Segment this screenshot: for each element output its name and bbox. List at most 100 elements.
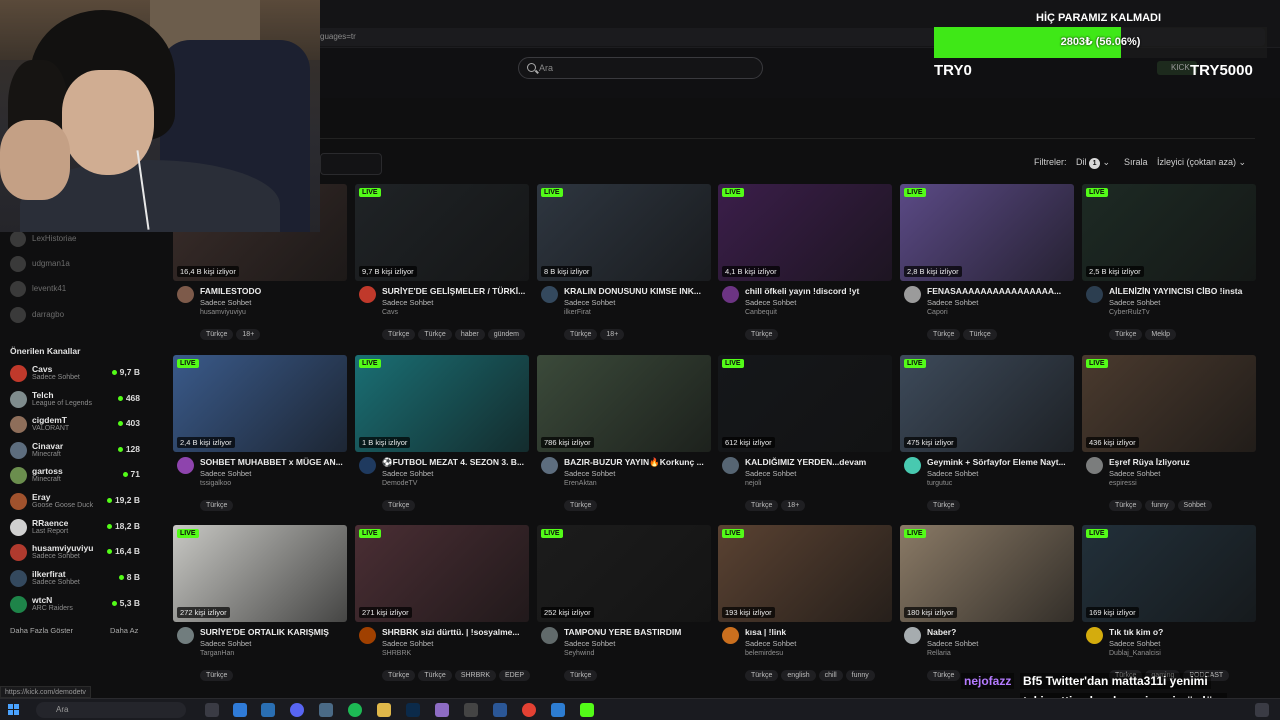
stream-title[interactable]: kısa | !link bbox=[745, 627, 891, 637]
category-selector[interactable] bbox=[320, 153, 382, 175]
stream-tag[interactable]: gündem bbox=[487, 329, 526, 340]
stream-tag[interactable]: Türkçe bbox=[745, 500, 779, 511]
stream-card[interactable]: LIVE 9,7 B kişi izliyor SURİYE'DE GELİŞMEL… bbox=[355, 184, 529, 344]
avatar[interactable] bbox=[359, 627, 376, 644]
stream-tag[interactable]: Türkçe bbox=[927, 329, 961, 340]
show-less-link[interactable]: Daha Az bbox=[110, 626, 138, 635]
avatar[interactable] bbox=[541, 286, 558, 303]
notification-icon[interactable] bbox=[1255, 703, 1269, 717]
stream-thumbnail[interactable]: LIVE 2,4 B kişi izliyor bbox=[173, 355, 347, 452]
stream-category[interactable]: Sadece Sohbet bbox=[564, 639, 615, 648]
stream-thumbnail[interactable]: LIVE 193 kişi izliyor bbox=[718, 525, 892, 622]
stream-channel[interactable]: CyberRulzTv bbox=[1109, 309, 1149, 316]
stream-tag[interactable]: english bbox=[781, 670, 816, 681]
stream-tag[interactable]: EDEP bbox=[499, 670, 531, 681]
avatar[interactable] bbox=[904, 286, 921, 303]
stream-title[interactable]: SHRBRK sizi dürttü. | !sosyalme... bbox=[382, 627, 528, 637]
stream-card[interactable]: LIVE 2,8 B kişi izliyor FENASAAAAAAAAAAAAA… bbox=[900, 184, 1074, 344]
stream-channel[interactable]: espiressi bbox=[1109, 480, 1137, 487]
stream-tag[interactable]: Türkçe bbox=[382, 329, 416, 340]
stream-tag[interactable]: Türkçe bbox=[200, 329, 234, 340]
app-icon[interactable] bbox=[435, 703, 449, 717]
stream-category[interactable]: Sadece Sohbet bbox=[382, 298, 433, 307]
sidebar-channel[interactable]: Telch League of Legends 468 bbox=[10, 388, 140, 412]
avatar[interactable] bbox=[1086, 627, 1103, 644]
sidebar-channel[interactable]: ilkerfirat Sadece Sohbet 8 B bbox=[10, 567, 140, 591]
stream-channel[interactable]: ErenAktan bbox=[564, 480, 597, 487]
stream-title[interactable]: SOHBET MUHABBET x MÜGE AN... bbox=[200, 457, 346, 467]
stream-card[interactable]: LIVE 169 kişi izliyor Tık tık kim o? Sadece… bbox=[1082, 525, 1256, 685]
edge-browser-icon[interactable] bbox=[233, 703, 247, 717]
avatar[interactable] bbox=[359, 286, 376, 303]
sidebar-channel[interactable]: cigdemT VALORANT 403 bbox=[10, 413, 140, 437]
stream-thumbnail[interactable]: LIVE 436 kişi izliyor bbox=[1082, 355, 1256, 452]
app-icon[interactable] bbox=[261, 703, 275, 717]
stream-card[interactable]: LIVE 2,4 B kişi izliyor SOHBET MUHABBET x … bbox=[173, 355, 347, 515]
stream-category[interactable]: Sadece Sohbet bbox=[745, 469, 796, 478]
stream-category[interactable]: Sadece Sohbet bbox=[564, 469, 615, 478]
stream-card[interactable]: LIVE 252 kişi izliyor TAMPONU YERE BASTIRD… bbox=[537, 525, 711, 685]
stream-title[interactable]: AİLENİZİN YAYINCISI CİBO !insta bbox=[1109, 286, 1255, 296]
file-explorer-icon[interactable] bbox=[377, 703, 391, 717]
stream-category[interactable]: Sadece Sohbet bbox=[564, 298, 615, 307]
stream-tag[interactable]: Türkçe bbox=[745, 329, 779, 340]
stream-category[interactable]: Sadece Sohbet bbox=[200, 298, 251, 307]
stream-title[interactable]: Tık tık kim o? bbox=[1109, 627, 1255, 637]
kick-icon[interactable] bbox=[580, 703, 594, 717]
stream-tag[interactable]: Türkçe bbox=[564, 670, 598, 681]
followed-channel[interactable]: leventk41 bbox=[10, 281, 66, 297]
stream-tag[interactable]: Türkçe bbox=[382, 500, 416, 511]
chrome-icon[interactable] bbox=[522, 703, 536, 717]
stream-channel[interactable]: DemodeTV bbox=[382, 480, 417, 487]
stream-thumbnail[interactable]: LIVE 475 kişi izliyor bbox=[900, 355, 1074, 452]
sidebar-channel[interactable]: wtcN ARC Raiders 5,3 B bbox=[10, 593, 140, 617]
stream-channel[interactable]: Rellaria bbox=[927, 650, 951, 657]
stream-card[interactable]: 786 kişi izliyor BAZIR-BUZUR YAYIN🔥Korkun… bbox=[537, 355, 711, 515]
stream-title[interactable]: SURİYE'DE GELİŞMELER / TÜRKİ... bbox=[382, 286, 528, 296]
stream-card[interactable]: LIVE 193 kişi izliyor kısa | !link Sadece S… bbox=[718, 525, 892, 685]
stream-thumbnail[interactable]: LIVE 2,8 B kişi izliyor bbox=[900, 184, 1074, 281]
stream-tag[interactable]: Türkçe bbox=[418, 329, 452, 340]
taskbar-search[interactable]: Ara bbox=[36, 702, 186, 718]
stream-tag[interactable]: Türkçe bbox=[564, 500, 598, 511]
stream-tag[interactable]: Türkçe bbox=[200, 500, 234, 511]
stream-channel[interactable]: Dublaj_Kanalcisi bbox=[1109, 650, 1161, 657]
sidebar-channel[interactable]: gartoss Minecraft 71 bbox=[10, 464, 140, 488]
avatar[interactable] bbox=[722, 627, 739, 644]
stream-title[interactable]: Eşref Rüya İzliyoruz bbox=[1109, 457, 1255, 467]
stream-card[interactable]: LIVE 2,5 B kişi izliyor AİLENİZİN YAYINCIS… bbox=[1082, 184, 1256, 344]
stream-thumbnail[interactable]: LIVE 8 B kişi izliyor bbox=[537, 184, 711, 281]
stream-tag[interactable]: Türkçe bbox=[1109, 500, 1143, 511]
app-icon[interactable] bbox=[551, 703, 565, 717]
stream-tag[interactable]: Türkçe bbox=[963, 329, 997, 340]
stream-category[interactable]: Sadece Sohbet bbox=[382, 469, 433, 478]
stream-tag[interactable]: funny bbox=[845, 670, 875, 681]
show-more-link[interactable]: Daha Fazla Göster bbox=[10, 626, 73, 635]
stream-title[interactable]: SURİYE'DE ORTALIK KARIŞMIŞ bbox=[200, 627, 346, 637]
stream-category[interactable]: Sadece Sohbet bbox=[1109, 469, 1160, 478]
stream-tag[interactable]: Türkçe bbox=[200, 670, 234, 681]
stream-channel[interactable]: nejoli bbox=[745, 480, 761, 487]
sidebar-channel[interactable]: Cinavar Minecraft 128 bbox=[10, 439, 140, 463]
stream-thumbnail[interactable]: LIVE 271 kişi izliyor bbox=[355, 525, 529, 622]
stream-category[interactable]: Sadece Sohbet bbox=[1109, 298, 1160, 307]
stream-channel[interactable]: Seyhwind bbox=[564, 650, 594, 657]
stream-card[interactable]: LIVE 4,1 B kişi izliyor chill öfkeli yayın… bbox=[718, 184, 892, 344]
avatar[interactable] bbox=[177, 286, 194, 303]
search-input[interactable]: Ara bbox=[518, 57, 763, 79]
stream-title[interactable]: TAMPONU YERE BASTIRDIM bbox=[564, 627, 710, 637]
stream-thumbnail[interactable]: LIVE 9,7 B kişi izliyor bbox=[355, 184, 529, 281]
stream-thumbnail[interactable]: LIVE 252 kişi izliyor bbox=[537, 525, 711, 622]
stream-tag[interactable]: 18+ bbox=[781, 500, 806, 511]
stream-channel[interactable]: tssigalkoo bbox=[200, 480, 231, 487]
avatar[interactable] bbox=[722, 286, 739, 303]
stream-thumbnail[interactable]: 786 kişi izliyor bbox=[537, 355, 711, 452]
sidebar-channel[interactable]: Cavs Sadece Sohbet 9,7 B bbox=[10, 362, 140, 386]
avatar[interactable] bbox=[904, 627, 921, 644]
stream-channel[interactable]: belemirdesu bbox=[745, 650, 783, 657]
stream-channel[interactable]: ilkerFirat bbox=[564, 309, 591, 316]
stream-thumbnail[interactable]: LIVE 612 kişi izliyor bbox=[718, 355, 892, 452]
avatar[interactable] bbox=[541, 457, 558, 474]
stream-tag[interactable]: Türkçe bbox=[418, 670, 452, 681]
sidebar-channel[interactable]: RRaence Last Report 18,2 B bbox=[10, 516, 140, 540]
